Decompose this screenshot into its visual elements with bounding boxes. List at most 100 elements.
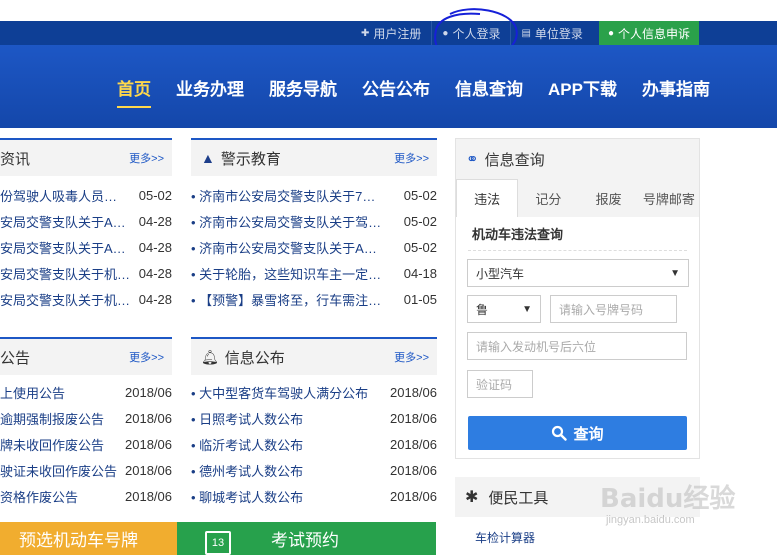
query-title: 信息查询	[484, 151, 545, 169]
calendar-icon: 13	[205, 530, 231, 555]
register-link[interactable]: ✚ 用户注册	[351, 21, 431, 45]
info-more-link[interactable]: 更多>>	[394, 349, 429, 365]
warning-item-link[interactable]: • 济南市公安局交警支队关于7…	[191, 186, 398, 205]
news-item-link[interactable]: 安局交警支队关于机…	[0, 264, 133, 283]
list-item: • 济南市公安局交警支队关于驾… 05-02	[191, 208, 437, 234]
info-item-link[interactable]: • 临沂考试人数公布	[191, 435, 384, 454]
warning-triangle-icon: ▲	[201, 150, 215, 166]
list-item: • 关于轮胎，这些知识车主一定… 04-18	[191, 260, 437, 286]
list-item: • 大中型客货车驾驶人满分公布 2018/06	[191, 379, 437, 405]
nav-guide[interactable]: 办事指南	[642, 75, 710, 108]
news-item-link[interactable]: 安局交警支队关于A…	[0, 238, 133, 257]
notice-item-date: 2018/06	[125, 488, 172, 504]
info-item-date: 2018/06	[390, 462, 437, 478]
info-item-link[interactable]: • 聊城考试人数公布	[191, 487, 384, 506]
inspection-calculator-link[interactable]: 车检计算器	[475, 529, 535, 546]
unit-login-link[interactable]: ▤ 单位登录	[510, 21, 592, 45]
info-item-link[interactable]: • 日照考试人数公布	[191, 409, 384, 428]
notice-item-link[interactable]: 牌未收回作废公告	[0, 435, 119, 454]
info-item-link[interactable]: • 德州考试人数公布	[191, 461, 384, 480]
warning-item-date: 05-02	[403, 187, 437, 203]
tab-scrap[interactable]: 报废	[579, 179, 639, 217]
warning-item-text: 济南市公安局交警支队关于A…	[199, 240, 377, 256]
list-item: 安局交警支队关于机… 04-28	[0, 260, 172, 286]
news-item-link[interactable]: 安局交警支队关于A…	[0, 212, 133, 231]
info-panel: 🔔︎ 信息公布 更多>> • 大中型客货车驾驶人满分公布 2018/06 • 日照…	[191, 337, 437, 509]
chevron-down-icon: ▼	[670, 267, 680, 279]
news-item-date: 04-28	[138, 265, 172, 281]
news-title: 资讯	[0, 150, 31, 168]
list-item: • 济南市公安局交警支队关于A… 05-02	[191, 234, 437, 260]
nav-announcements[interactable]: 公告公布	[362, 75, 430, 108]
captcha-placeholder: 验证码	[476, 377, 513, 392]
user-icon: ●	[607, 27, 614, 39]
warning-item-text: 关于轮胎，这些知识车主一定…	[199, 266, 382, 282]
tab-violation[interactable]: 违法	[456, 179, 519, 217]
plate-preselect-banner[interactable]: 预选机动车号牌	[0, 522, 177, 555]
info-item-date: 2018/06	[390, 436, 437, 452]
news-header: 资讯 更多>>	[0, 138, 172, 176]
engine-number-input[interactable]: 请输入发动机号后六位	[467, 332, 687, 360]
list-item: 逾期强制报废公告 2018/06	[0, 405, 172, 431]
tab-points[interactable]: 记分	[518, 179, 578, 217]
news-item-link[interactable]: 份驾驶人吸毒人员…	[0, 186, 133, 205]
news-item-link[interactable]: 安局交警支队关于机…	[0, 290, 133, 309]
news-list: 份驾驶人吸毒人员… 05-02 安局交警支队关于A… 04-28 安局交警支队关于A…	[0, 182, 172, 312]
list-item: 安局交警支队关于A… 04-28	[0, 208, 172, 234]
news-panel: 资讯 更多>> 份驾驶人吸毒人员… 05-02 安局交警支队关于A… 04-28 安…	[0, 138, 172, 312]
info-item-text: 临沂考试人数公布	[199, 437, 304, 453]
warning-item-link[interactable]: • 济南市公安局交警支队关于A…	[191, 238, 398, 257]
list-item: • 德州考试人数公布 2018/06	[191, 457, 437, 483]
plate-number-input[interactable]: 请输入号牌号码	[550, 295, 677, 323]
vehicle-type-select[interactable]: 小型汽车 ▼	[467, 259, 689, 287]
asterisk-icon: ✱	[465, 489, 479, 506]
info-item-text: 聊城考试人数公布	[199, 489, 304, 505]
top-links: ✚ 用户注册 ● 个人登录 ▤ 单位登录 ● 个人信息申诉	[351, 21, 699, 45]
list-item: 牌未收回作废公告 2018/06	[0, 431, 172, 457]
nav-info-query[interactable]: 信息查询	[455, 75, 523, 108]
warning-item-link[interactable]: • 【预警】暴雪将至，行车需注…	[191, 290, 398, 309]
list-item: • 日照考试人数公布 2018/06	[191, 405, 437, 431]
info-item-date: 2018/06	[390, 384, 437, 400]
warning-item-link[interactable]: • 济南市公安局交警支队关于驾…	[191, 212, 398, 231]
notices-header: 公告 更多>>	[0, 337, 172, 375]
top-utility-bar: ✚ 用户注册 ● 个人登录 ▤ 单位登录 ● 个人信息申诉	[0, 21, 777, 45]
list-item: • 临沂考试人数公布 2018/06	[191, 431, 437, 457]
list-item: 份驾驶人吸毒人员… 05-02	[0, 182, 172, 208]
notice-item-date: 2018/06	[125, 436, 172, 452]
warning-more-link[interactable]: 更多>>	[394, 150, 429, 166]
warning-item-link[interactable]: • 关于轮胎，这些知识车主一定…	[191, 264, 398, 283]
info-appeal-link[interactable]: ● 个人信息申诉	[598, 21, 699, 45]
notice-item-link[interactable]: 资格作废公告	[0, 487, 119, 506]
query-button-label: 查询	[573, 425, 604, 443]
nav-business[interactable]: 业务办理	[176, 75, 244, 108]
nav-home[interactable]: 首页	[117, 75, 151, 108]
province-select[interactable]: 鲁 ▼	[467, 295, 541, 323]
notice-item-link[interactable]: 驶证未收回作废公告	[0, 461, 119, 480]
info-title-wrap: 🔔︎ 信息公布	[191, 347, 285, 368]
query-body: 机动车违法查询	[456, 217, 699, 251]
warning-header: ▲ 警示教育 更多>>	[191, 138, 437, 176]
nav-app-download[interactable]: APP下载	[548, 75, 617, 108]
notice-item-link[interactable]: 上使用公告	[0, 383, 119, 402]
search-icon	[552, 425, 568, 441]
notices-title: 公告	[0, 349, 31, 367]
notice-item-date: 2018/06	[125, 384, 172, 400]
list-item: • 济南市公安局交警支队关于7… 05-02	[191, 182, 437, 208]
news-more-link[interactable]: 更多>>	[129, 150, 164, 166]
calendar-day: 13	[211, 536, 225, 549]
notice-item-link[interactable]: 逾期强制报废公告	[0, 409, 119, 428]
info-item-link[interactable]: • 大中型客货车驾驶人满分公布	[191, 383, 384, 402]
nav-service-guide[interactable]: 服务导航	[269, 75, 337, 108]
query-button[interactable]: 查询	[468, 416, 687, 450]
watermark-sub: jingyan.baidu.com	[606, 514, 695, 526]
tab-plate-mail[interactable]: 号牌邮寄	[639, 179, 699, 217]
notices-more-link[interactable]: 更多>>	[129, 349, 164, 365]
query-subtitle: 机动车违法查询	[468, 217, 687, 251]
exam-booking-banner[interactable]: 13 考试预约	[177, 522, 436, 555]
warning-title-wrap: ▲ 警示教育	[191, 148, 281, 169]
news-item-date: 05-02	[138, 187, 172, 203]
captcha-input[interactable]: 验证码	[467, 370, 533, 398]
news-item-date: 04-28	[138, 239, 172, 255]
plate-placeholder: 请输入号牌号码	[559, 302, 644, 317]
